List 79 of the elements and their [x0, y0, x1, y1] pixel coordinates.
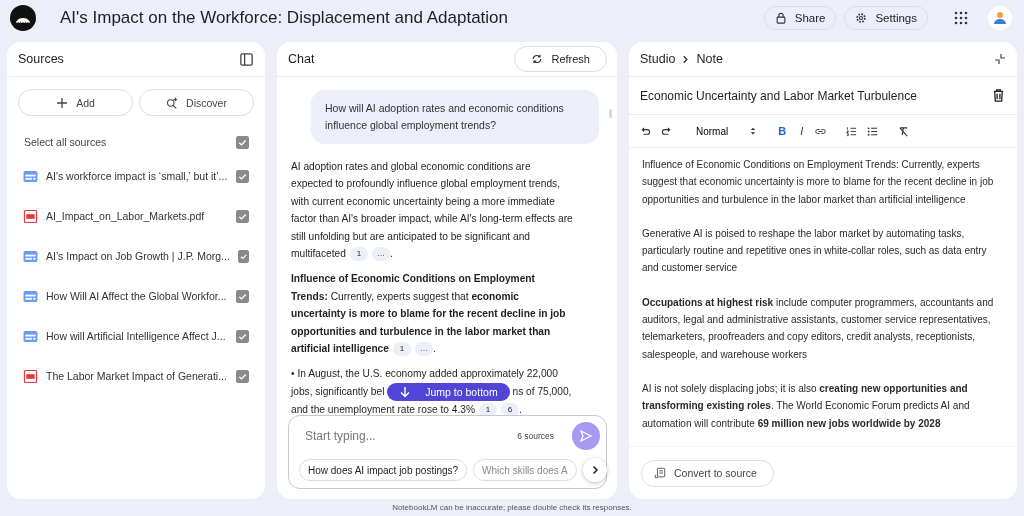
- checkbox[interactable]: [237, 249, 249, 263]
- source-name[interactable]: How will Artificial Intelligence Affect J...: [46, 330, 228, 342]
- panel-title: Sources: [18, 52, 64, 66]
- next-button[interactable]: [582, 458, 607, 482]
- convert-to-source-button[interactable]: Convert to source: [641, 459, 774, 487]
- web-page-icon: [23, 169, 38, 183]
- settings-icon: [855, 12, 868, 24]
- response-paragraph: AI adoption rates and global economic conditions are expected to profoundly influence global employment trends, with current economic uncertainty being a more immediate factor than AI's broader impact, while AI's long-term effects are still unfolding but are anticipated to be significant and multifaceted 1 … .: [291, 160, 573, 263]
- disclaimer: NotebookLM can be inaccurate; please double check its responses.: [392, 503, 632, 512]
- plus-icon: [56, 96, 69, 109]
- convert-icon: [654, 467, 666, 479]
- source-count: 6 sources: [517, 431, 554, 441]
- checkbox[interactable]: [236, 135, 249, 149]
- up-down-icon: [750, 126, 757, 136]
- checkbox[interactable]: [236, 329, 249, 343]
- refresh-icon: [531, 53, 544, 65]
- source-name[interactable]: The Labor Market Impact of Generati...: [46, 370, 228, 382]
- response-paragraph: • In August, the U.S. economy added approximately 22,000 jobs, significantly bel Jump to bottom ns of 75,000, and the unemployment rate rose to 4.3% 1 6 .: [291, 367, 573, 415]
- user-message: How will AI adoption rates and economic conditions influence global employment trends?: [311, 90, 599, 144]
- citation-chip[interactable]: …: [371, 246, 390, 261]
- source-name[interactable]: AI_Impact_on_Labor_Markets.pdf: [46, 210, 228, 222]
- redo-icon[interactable]: [661, 125, 672, 137]
- note-paragraph: AI is not solely displacing jobs; it is also creating new opportunities and transforming existing roles. The World Economic Forum predicts AI and automation will contribute 69 million new jobs worldwide by 2028: [642, 381, 971, 431]
- refresh-button[interactable]: Refresh: [514, 46, 607, 72]
- search-sparkle-icon: [166, 96, 179, 109]
- settings-button[interactable]: Settings: [844, 6, 928, 30]
- share-button[interactable]: Share: [763, 6, 837, 30]
- collapse-icon[interactable]: [994, 53, 1006, 65]
- citation-chip[interactable]: 1: [392, 341, 411, 356]
- note-title[interactable]: Economic Uncertainty and Labor Market Turbulence: [640, 88, 917, 103]
- sidebar-toggle-icon[interactable]: [239, 51, 254, 67]
- chat-input[interactable]: Start typing... 6 sources How does AI impact job postings? Which skills does A: [288, 415, 607, 489]
- note-paragraph: Generative AI is poised to reshape the labor market by automating tasks, particularly routine and repetitive ones in white-collar roles, such as data entry and customer service: [642, 226, 988, 276]
- arrow-down-icon: [399, 386, 412, 399]
- chevron-right-icon: [681, 54, 691, 64]
- trash-icon[interactable]: [991, 88, 1006, 103]
- source-name[interactable]: How Will AI Affect the Global Workfor...: [46, 290, 228, 302]
- note-paragraph: Occupations at highest risk include computer programmers, accountants and auditors, legal and administrative assistants, customer service representatives, telemarketers, proofreaders and copy editors, credit analysts, receptionists, salespeople, and warehouse workers: [642, 295, 995, 362]
- jump-to-bottom-button[interactable]: Jump to bottom: [387, 383, 510, 402]
- add-button[interactable]: Add: [18, 89, 133, 116]
- citation-chip[interactable]: 1: [349, 246, 368, 261]
- citation-chip[interactable]: …: [414, 341, 433, 356]
- source-name[interactable]: AI’s Impact on Job Growth | J.P. Morg...: [46, 250, 230, 262]
- apps-grid-icon[interactable]: [954, 11, 968, 25]
- numbered-list-icon[interactable]: [846, 125, 858, 137]
- bulleted-list-icon[interactable]: [867, 125, 879, 137]
- notebook-title: AI's Impact on the Workforce: Displacement and Adaptation: [60, 8, 508, 28]
- pdf-file-icon: [23, 369, 38, 383]
- suggestion-chip[interactable]: Which skills does A: [473, 459, 577, 481]
- citation-chip[interactable]: 6: [501, 402, 520, 415]
- suggestion-chip[interactable]: How does AI impact job postings?: [299, 459, 468, 481]
- checkbox[interactable]: [236, 209, 249, 223]
- discover-button[interactable]: Discover: [139, 89, 254, 116]
- checkbox[interactable]: [236, 289, 249, 303]
- format-button[interactable]: I: [798, 125, 806, 137]
- web-page-icon: [23, 289, 38, 303]
- checkbox[interactable]: [236, 369, 249, 383]
- scrollbar-thumb[interactable]: [609, 109, 612, 118]
- pdf-file-icon: [23, 209, 38, 223]
- logo-icon[interactable]: [10, 5, 36, 31]
- select-all-label: Select all sources: [24, 136, 107, 148]
- citation-chip[interactable]: 1: [479, 402, 498, 415]
- avatar[interactable]: [988, 6, 1012, 30]
- send-icon: [579, 429, 593, 443]
- breadcrumb-link[interactable]: Studio: [640, 52, 676, 66]
- undo-icon[interactable]: [640, 125, 651, 137]
- response-paragraph: Influence of Economic Conditions on Employment Trends: Currently, experts suggest that economic uncertainty is more to blame for the recent decline in job opportunities and turbulence in the labor market than artificial intelligence 1 … .: [291, 272, 567, 358]
- source-name[interactable]: AI's workforce impact is ‘small,’ but it’...: [46, 170, 228, 182]
- lock-icon: [774, 12, 787, 24]
- clear-formatting-icon[interactable]: [898, 125, 910, 137]
- send-button[interactable]: [572, 422, 600, 450]
- web-page-icon: [23, 249, 38, 263]
- note-paragraph: Influence of Economic Conditions on Employment Trends: Currently, experts suggest that economic uncertainty is more to blame for the recent decline in job opportunities and turbulence in the labor market than artificial intelligence: [642, 158, 995, 207]
- breadcrumb-current: Note: [696, 52, 723, 66]
- text-style-select[interactable]: Normal: [696, 125, 757, 137]
- format-button[interactable]: B: [776, 125, 789, 137]
- web-page-icon: [23, 329, 38, 343]
- checkbox[interactable]: [236, 169, 249, 183]
- panel-title: Chat: [288, 52, 315, 66]
